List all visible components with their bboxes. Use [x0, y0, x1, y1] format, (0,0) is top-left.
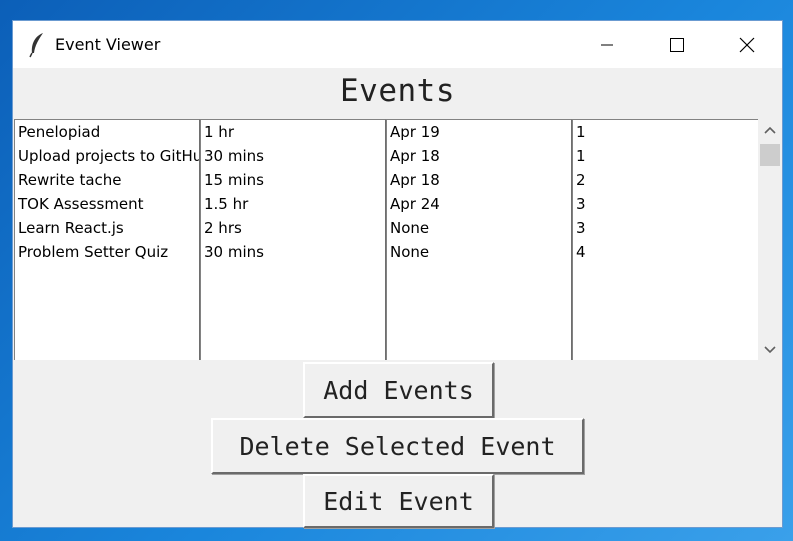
list-item[interactable]: 1 hr	[201, 120, 385, 144]
window-title: Event Viewer	[55, 35, 161, 54]
minimize-icon	[601, 44, 613, 45]
duration-listbox[interactable]: 1 hr 30 mins 15 mins 1.5 hr 2 hrs 30 min…	[200, 119, 387, 360]
list-item[interactable]: Apr 24	[387, 192, 571, 216]
maximize-button[interactable]	[642, 21, 712, 68]
chevron-down-icon	[764, 346, 776, 354]
list-item[interactable]: 1	[573, 120, 758, 144]
maximize-icon	[670, 37, 684, 52]
list-item[interactable]: None	[387, 216, 571, 240]
vertical-scrollbar[interactable]	[758, 119, 782, 360]
list-item[interactable]: 30 mins	[201, 240, 385, 264]
list-item[interactable]: Apr 19	[387, 120, 571, 144]
list-item[interactable]: 1.5 hr	[201, 192, 385, 216]
list-item[interactable]: Upload projects to GitHub	[15, 144, 199, 168]
due-date-listbox[interactable]: Apr 19 Apr 18 Apr 18 Apr 24 None None	[386, 119, 573, 360]
title-bar[interactable]: Event Viewer	[13, 21, 782, 68]
edit-event-button[interactable]: Edit Event	[303, 474, 494, 528]
list-item[interactable]: 4	[573, 240, 758, 264]
list-item[interactable]: 1	[573, 144, 758, 168]
list-item[interactable]: Penelopiad	[15, 120, 199, 144]
scrollbar-thumb[interactable]	[760, 144, 780, 166]
list-item[interactable]: 3	[573, 216, 758, 240]
delete-selected-event-button[interactable]: Delete Selected Event	[211, 418, 584, 474]
list-item[interactable]: 2	[573, 168, 758, 192]
list-item[interactable]: 15 mins	[201, 168, 385, 192]
list-item[interactable]: Apr 18	[387, 168, 571, 192]
add-events-button[interactable]: Add Events	[303, 362, 494, 418]
list-item[interactable]: Apr 18	[387, 144, 571, 168]
chevron-up-icon	[764, 126, 776, 134]
priority-listbox[interactable]: 1 1 2 3 3 4	[572, 119, 758, 360]
close-icon	[739, 37, 755, 52]
close-button[interactable]	[712, 21, 782, 68]
list-item[interactable]: Learn React.js	[15, 216, 199, 240]
list-item[interactable]: Rewrite tache	[15, 168, 199, 192]
list-item[interactable]: Problem Setter Quiz	[15, 240, 199, 264]
scroll-down-button[interactable]	[758, 340, 782, 360]
list-item[interactable]: 3	[573, 192, 758, 216]
minimize-button[interactable]	[572, 21, 642, 68]
feather-icon	[29, 33, 43, 58]
list-item[interactable]: None	[387, 240, 571, 264]
scroll-up-button[interactable]	[758, 120, 782, 140]
list-item[interactable]: TOK Assessment	[15, 192, 199, 216]
list-item[interactable]: 30 mins	[201, 144, 385, 168]
event-name-listbox[interactable]: Penelopiad Upload projects to GitHub Rew…	[14, 119, 201, 360]
page-title: Events	[340, 73, 455, 109]
list-item[interactable]: 2 hrs	[201, 216, 385, 240]
event-viewer-window: Event Viewer Events Penelopiad Upload pr…	[12, 20, 783, 528]
